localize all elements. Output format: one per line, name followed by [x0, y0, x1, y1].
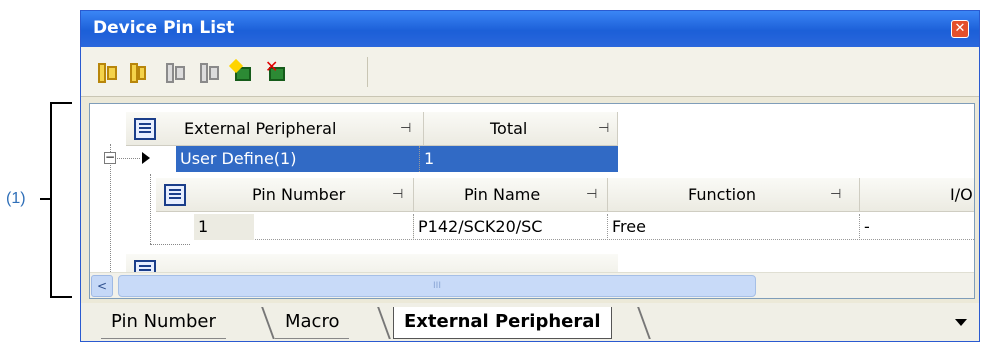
group-table-header: External Peripheral ⊣ Total ⊣: [126, 112, 618, 146]
title-bar[interactable]: Device Pin List ✕: [81, 11, 979, 47]
horizontal-scrollbar[interactable]: < III: [90, 272, 974, 298]
tab-separator: [377, 307, 391, 339]
collapse-all-disabled-icon: [197, 61, 221, 85]
column-header-pin-number[interactable]: Pin Number ⊣: [202, 178, 414, 212]
pin-table-header: Pin Number ⊣ Pin Name ⊣ Function ⊣ I/O: [156, 178, 974, 212]
collapse-all-icon[interactable]: [127, 61, 151, 85]
add-chip-icon[interactable]: [228, 58, 255, 85]
collapse-toggle-icon[interactable]: −: [104, 151, 116, 164]
column-header-external-peripheral[interactable]: External Peripheral ⊣: [172, 112, 424, 146]
current-row-arrow-icon: [142, 152, 150, 164]
table-row[interactable]: 1 P142/SCK20/SC Free -: [194, 214, 974, 240]
pin-icon[interactable]: ⊣: [830, 178, 841, 212]
tab-strip: Pin Number Macro External Peripheral: [81, 303, 979, 341]
remove-chip-icon[interactable]: ✕: [265, 57, 289, 85]
expand-all-icon[interactable]: [95, 61, 119, 85]
scroll-thumb[interactable]: III: [118, 275, 756, 297]
column-header-pin-name[interactable]: Pin Name ⊣: [414, 178, 608, 212]
tab-separator: [637, 307, 651, 339]
scroll-left-button[interactable]: <: [91, 275, 113, 297]
device-pin-list-window: Device Pin List ✕ ✕ External Peripheral …: [80, 10, 980, 342]
tab-external-peripheral[interactable]: External Peripheral: [393, 307, 612, 339]
tab-separator: [261, 307, 275, 339]
column-chooser-icon[interactable]: [134, 118, 156, 140]
tab-pin-number[interactable]: Pin Number: [101, 307, 226, 339]
toolbar-separator: [367, 57, 368, 87]
tree-line: [150, 244, 190, 245]
tab-macro[interactable]: Macro: [275, 307, 350, 339]
annotation-bracket: [50, 102, 72, 298]
column-header-io[interactable]: I/O: [860, 178, 974, 212]
toolbar: ✕: [81, 47, 979, 97]
pin-list-panel: External Peripheral ⊣ Total ⊣ − User Def…: [89, 103, 975, 299]
annotation-tick: [40, 198, 50, 200]
column-chooser-icon[interactable]: [164, 184, 186, 206]
pin-icon[interactable]: ⊣: [400, 112, 411, 146]
pin-icon[interactable]: ⊣: [586, 178, 597, 212]
window-title: Device Pin List: [93, 18, 235, 38]
pin-icon[interactable]: ⊣: [392, 178, 403, 212]
annotation-label: (1): [6, 190, 26, 207]
column-header-total[interactable]: Total ⊣: [424, 112, 618, 146]
tab-list-dropdown-icon[interactable]: [955, 319, 967, 326]
table-row[interactable]: User Define(1) 1: [176, 146, 618, 172]
pin-icon[interactable]: ⊣: [598, 112, 609, 146]
expand-all-disabled-icon: [163, 61, 187, 85]
tree-line: [150, 174, 151, 244]
close-icon[interactable]: ✕: [951, 20, 969, 38]
column-header-function[interactable]: Function ⊣: [608, 178, 860, 212]
